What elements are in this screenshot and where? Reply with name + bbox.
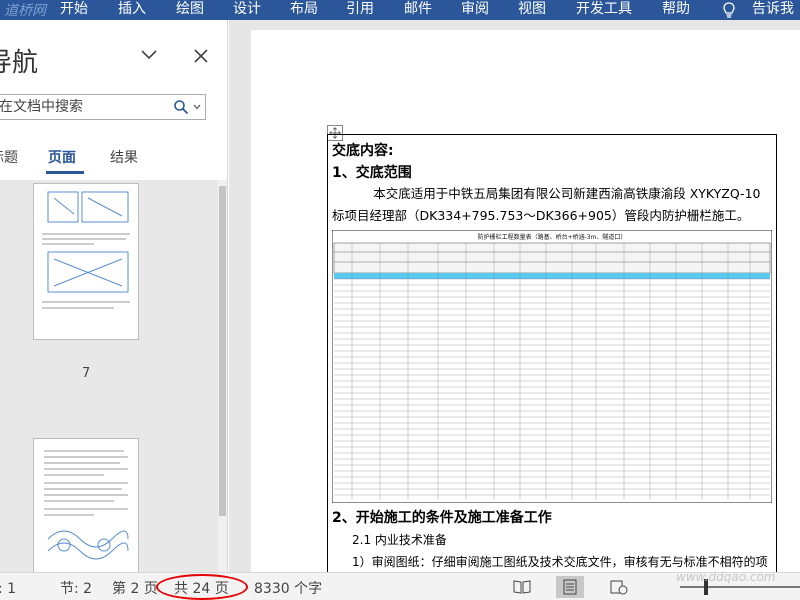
- page-thumbnails: 7: [0, 180, 227, 572]
- navigation-pane: 导航 标题 页面 结果: [0, 20, 228, 572]
- document-area: 交底内容: 1、交底范围 本交底适用于中铁五局集团有限公司新建西渝高铁康渝段 X…: [229, 20, 800, 572]
- table-caption: 防护栅栏工程数量表（路基、桥台+桥涵-3m、隧道口）: [478, 233, 627, 241]
- tab-home[interactable]: 开始: [60, 0, 88, 20]
- page-thumbnail[interactable]: [33, 183, 139, 340]
- nav-tab-results[interactable]: 结果: [110, 147, 138, 167]
- search-options-chevron-icon[interactable]: [193, 104, 201, 110]
- fence-quantity-table-image: 防护栅栏工程数量表（路基、桥台+桥涵-3m、隧道口）: [332, 230, 772, 503]
- status-word-count[interactable]: 8330 个字: [254, 578, 322, 598]
- web-layout-button[interactable]: [604, 576, 632, 598]
- tab-draw[interactable]: 绘图: [176, 0, 204, 20]
- site-watermark: 道桥网: [4, 3, 46, 19]
- tab-tell-me[interactable]: 告诉我: [752, 0, 794, 20]
- tab-help[interactable]: 帮助: [662, 0, 690, 20]
- nav-scrollbar-thumb[interactable]: [219, 186, 226, 516]
- nav-search-input[interactable]: [0, 95, 165, 119]
- lightbulb-icon[interactable]: [720, 1, 738, 19]
- page-layout-icon: [563, 579, 577, 595]
- scope-paragraph: 本交底适用于中铁五局集团有限公司新建西渝高铁康渝段 XYKYZQ-10 标项目经…: [332, 186, 761, 223]
- search-icon[interactable]: [173, 99, 189, 115]
- web-layout-icon: [610, 580, 628, 595]
- status-page[interactable]: 页面: 1: [0, 578, 16, 598]
- tab-layout[interactable]: 布局: [290, 0, 318, 20]
- tab-insert[interactable]: 插入: [118, 0, 146, 20]
- page-thumbnail-preview: [44, 450, 129, 560]
- book-icon: [513, 580, 531, 594]
- subsection-2-1: 2.1 内业技术准备: [352, 533, 447, 547]
- nav-scrollbar[interactable]: [218, 180, 227, 572]
- print-layout-button[interactable]: [556, 576, 584, 598]
- section-heading-1: 1、交底范围: [332, 165, 412, 181]
- nav-tab-strip: 标题 页面 结果: [0, 147, 227, 174]
- section-heading-2: 2、开始施工的条件及施工准备工作: [332, 510, 552, 526]
- read-mode-button[interactable]: [508, 576, 536, 598]
- footer-watermark: www.ddqao.com: [676, 570, 776, 584]
- tab-references[interactable]: 引用: [346, 0, 374, 20]
- tab-mailings[interactable]: 邮件: [404, 0, 432, 20]
- close-icon[interactable]: [193, 48, 209, 64]
- active-tab-indicator: [46, 171, 84, 174]
- tab-review[interactable]: 审阅: [461, 0, 489, 20]
- highlight-oval: [156, 574, 248, 600]
- nav-pane-title: 导航: [0, 48, 39, 78]
- chevron-down-icon[interactable]: [140, 48, 158, 62]
- subsection-text: 1）审阅图纸：仔细审阅施工图纸及技术交底文件，审核有无与标准不相符的项: [352, 555, 768, 569]
- zoom-slider[interactable]: [680, 586, 800, 588]
- heading-main: 交底内容:: [332, 143, 394, 159]
- nav-search-box: [0, 94, 206, 120]
- page-thumbnail-preview: [42, 191, 130, 309]
- document-content[interactable]: 交底内容: 1、交底范围 本交底适用于中铁五局集团有限公司新建西渝高铁康渝段 X…: [327, 134, 777, 572]
- page-thumbnail[interactable]: [33, 438, 139, 572]
- status-page-of[interactable]: 第 2 页: [112, 578, 158, 598]
- tab-design[interactable]: 设计: [233, 0, 261, 20]
- thumbnail-page-number: 7: [82, 366, 91, 381]
- tab-developer[interactable]: 开发工具: [576, 0, 632, 20]
- nav-tab-pages[interactable]: 页面: [48, 147, 76, 167]
- nav-tab-headings[interactable]: 标题: [0, 147, 18, 167]
- ribbon-tab-bar: 道桥网 开始 插入 绘图 设计 布局 引用 邮件 审阅 视图 开发工具 帮助 告…: [0, 0, 800, 20]
- status-section[interactable]: 节: 2: [60, 578, 92, 598]
- tab-view[interactable]: 视图: [518, 0, 546, 20]
